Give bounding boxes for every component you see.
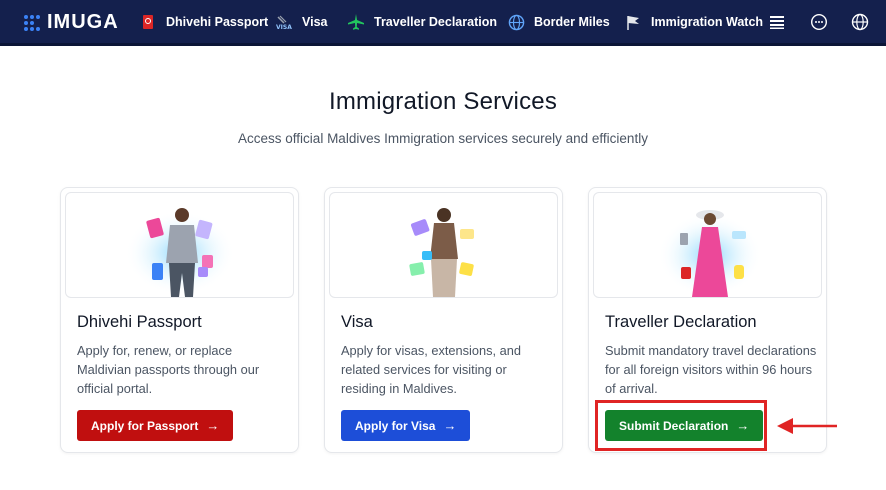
passport-illustration xyxy=(65,192,294,298)
card-title: Traveller Declaration xyxy=(605,313,757,331)
page-title: Immigration Services xyxy=(328,88,558,115)
nav-item-label: Visa xyxy=(302,15,328,29)
nav-item-label: Traveller Declaration xyxy=(374,15,497,29)
logo-dots-icon xyxy=(24,14,42,32)
logo-text: IMUGA xyxy=(47,11,119,33)
language-globe-icon[interactable] xyxy=(851,13,869,31)
visa-illustration xyxy=(329,192,558,298)
nav-item-label: Immigration Watch xyxy=(651,15,764,29)
card-description: Apply for, renew, or replace Maldivian p… xyxy=(77,343,260,396)
highlight-box xyxy=(595,400,767,451)
nav-item-label: Dhivehi Passport xyxy=(166,15,269,29)
service-card-visa: Visa Apply for visas, extensions, and re… xyxy=(324,187,563,453)
chat-icon[interactable] xyxy=(810,13,828,31)
svg-text:VISA: VISA xyxy=(276,24,292,30)
visa-icon: VISA xyxy=(275,13,293,31)
globe-icon xyxy=(507,13,525,31)
apply-for-passport-button[interactable]: Apply for Passport → xyxy=(77,410,234,441)
top-navbar: IMUGA Dhivehi Passport VISA Visa Travell… xyxy=(0,0,886,46)
nav-item-label: Border Miles xyxy=(534,15,610,29)
nav-item-border-miles[interactable]: Border Miles xyxy=(507,13,610,31)
flag-icon xyxy=(624,13,642,31)
card-title: Dhivehi Passport xyxy=(77,313,202,331)
airplane-icon xyxy=(347,13,365,31)
apply-for-visa-button[interactable]: Apply for Visa → xyxy=(341,410,471,441)
card-description: Apply for visas, extensions, and related… xyxy=(341,343,521,396)
annotation-arrow-icon xyxy=(777,418,837,434)
arrow-right-icon: → xyxy=(443,418,457,433)
traveller-illustration xyxy=(593,192,822,298)
nav-item-dhivehi-passport[interactable]: Dhivehi Passport xyxy=(139,13,268,31)
imuga-logo[interactable]: IMUGA xyxy=(24,11,119,34)
button-label: Apply for Visa xyxy=(355,418,436,433)
service-card-passport: Dhivehi Passport Apply for, renew, or re… xyxy=(60,187,299,453)
page-subtitle: Access official Maldives Immigration ser… xyxy=(238,131,648,146)
menu-icon[interactable] xyxy=(768,13,786,31)
card-description: Submit mandatory travel declarations for… xyxy=(605,343,817,396)
card-title: Visa xyxy=(341,313,373,331)
nav-item-traveller-declaration[interactable]: Traveller Declaration xyxy=(347,13,497,31)
button-label: Apply for Passport xyxy=(91,418,199,433)
nav-item-immigration-watch[interactable]: Immigration Watch xyxy=(624,13,763,31)
nav-item-visa[interactable]: VISA Visa xyxy=(275,13,328,31)
arrow-right-icon: → xyxy=(206,418,220,433)
passport-icon xyxy=(139,13,157,31)
